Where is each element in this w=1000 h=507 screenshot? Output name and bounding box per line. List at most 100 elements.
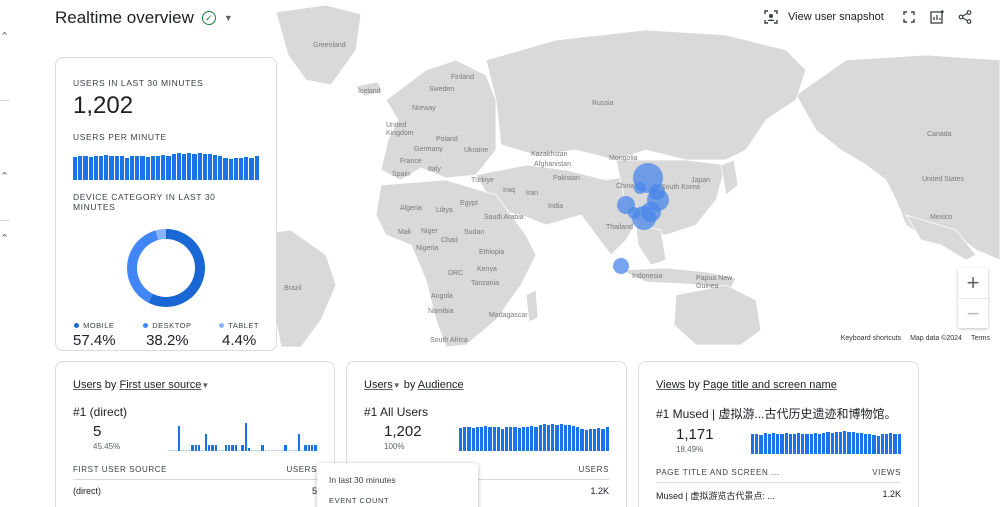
bar[interactable] [150,155,155,180]
bar[interactable] [771,432,776,454]
bar[interactable] [526,427,530,451]
zoom-out-button[interactable]: − [958,298,988,328]
bar[interactable] [257,450,261,451]
bar[interactable] [459,428,463,451]
bar[interactable] [192,153,197,180]
bar[interactable] [805,434,809,454]
bar[interactable] [201,450,204,451]
zoom-in-button[interactable]: + [958,268,988,298]
bar[interactable] [83,156,88,180]
bar[interactable] [211,445,214,451]
bar[interactable] [776,433,780,454]
bar[interactable] [314,445,317,451]
bar[interactable] [247,448,251,451]
bar[interactable] [509,427,513,451]
bar[interactable] [505,426,509,451]
bar[interactable] [239,157,244,180]
card-dimension[interactable]: Audience [418,379,464,391]
bar[interactable] [751,434,755,454]
bar[interactable] [241,445,244,451]
bar[interactable] [838,432,843,454]
bar[interactable] [224,445,227,451]
view-user-snapshot-button[interactable]: View user snapshot [788,11,884,23]
card-dimension[interactable]: Page title and screen name [703,379,837,391]
card-metric[interactable]: Users [364,379,393,391]
bar[interactable] [78,155,83,180]
bar[interactable] [207,154,213,180]
bar[interactable] [187,152,192,180]
bar[interactable] [475,426,479,451]
bar[interactable] [492,427,496,451]
bar[interactable] [156,156,161,180]
bar[interactable] [897,433,901,454]
bar[interactable] [204,434,207,451]
bar[interactable] [244,423,247,451]
caret-down-icon[interactable]: ▼ [201,381,209,390]
bar[interactable] [822,433,826,454]
bar[interactable] [601,428,605,451]
bar[interactable] [261,445,264,451]
share-icon[interactable] [956,8,974,26]
insights-icon[interactable] [928,8,946,26]
bar[interactable] [217,450,221,451]
bar[interactable] [467,427,471,451]
bar[interactable] [181,450,184,451]
bar[interactable] [109,155,114,180]
bar[interactable] [301,450,304,451]
bar[interactable] [576,426,580,451]
bar[interactable] [759,434,763,454]
bar[interactable] [479,427,484,451]
card-title[interactable]: Views by Page title and screen name [656,379,901,391]
bar[interactable] [801,433,805,454]
bar[interactable] [93,155,98,180]
bar[interactable] [830,432,834,454]
bar[interactable] [244,157,249,180]
user-snapshot-icon[interactable] [762,8,780,26]
bar[interactable] [517,427,521,451]
bar[interactable] [221,450,224,451]
bar[interactable] [597,428,601,451]
bar[interactable] [551,423,555,451]
bar[interactable] [274,450,277,451]
bar[interactable] [538,425,542,451]
keyboard-shortcuts-link[interactable]: Keyboard shortcuts [841,335,901,342]
bar[interactable] [534,427,538,451]
bar[interactable] [228,158,233,180]
card-sparkbars[interactable] [751,426,901,454]
bar[interactable] [307,445,311,451]
bar[interactable] [847,431,851,454]
bar[interactable] [277,450,281,451]
bar[interactable] [593,428,597,451]
bar[interactable] [889,433,893,454]
bar[interactable] [73,157,78,180]
bar[interactable] [572,425,576,451]
bar[interactable] [218,155,223,180]
bar[interactable] [202,153,207,180]
page-title[interactable]: Realtime overview ✓ ▼ [55,8,233,28]
bar[interactable] [311,445,314,451]
bar[interactable] [181,153,187,180]
bar[interactable] [184,450,187,451]
bar[interactable] [171,450,174,451]
bar[interactable] [555,424,559,451]
bar[interactable] [130,155,135,180]
bar[interactable] [166,156,171,180]
bar[interactable] [104,155,109,180]
bar[interactable] [484,426,488,451]
bar[interactable] [287,450,291,451]
terms-link[interactable]: Terms [971,335,990,342]
bar[interactable] [197,445,201,451]
bar[interactable] [98,156,104,180]
bar[interactable] [251,450,254,451]
bar[interactable] [851,431,855,454]
bar[interactable] [843,431,847,454]
bar[interactable] [214,445,217,451]
bar[interactable] [291,450,294,451]
bar[interactable] [893,434,897,454]
table-row[interactable]: (direct) 5 [73,486,317,496]
card-sparkbars[interactable] [168,423,317,451]
bar[interactable] [267,450,271,451]
bar[interactable] [809,433,813,454]
bar[interactable] [797,433,801,454]
bar[interactable] [223,157,228,180]
